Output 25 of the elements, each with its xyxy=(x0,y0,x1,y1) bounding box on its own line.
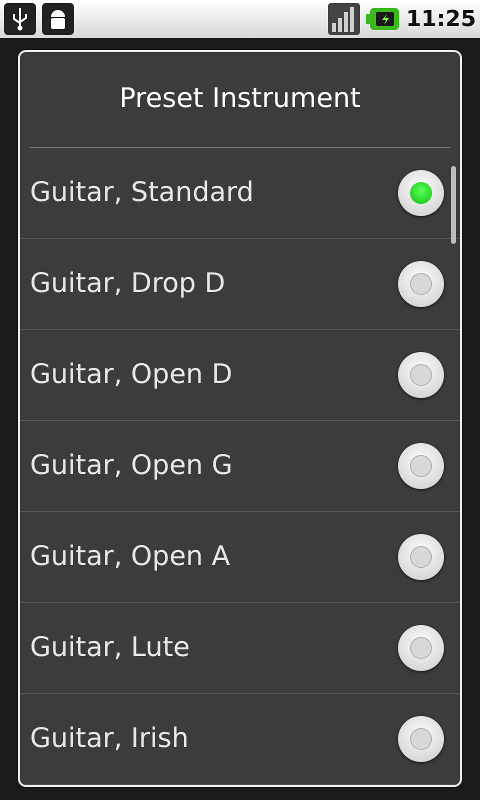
radio-button[interactable] xyxy=(398,170,444,216)
option-label: Guitar, Open D xyxy=(30,358,232,392)
radio-button[interactable] xyxy=(398,261,444,307)
option-label: Guitar, Open G xyxy=(30,448,233,483)
option-row[interactable]: Guitar, Drop D xyxy=(20,239,460,330)
dialog-title: Preset Instrument xyxy=(119,82,361,116)
option-label: Guitar, Standard xyxy=(30,176,254,210)
option-label: Guitar, Lute xyxy=(30,630,190,665)
option-row[interactable]: Guitar, Open D xyxy=(20,330,460,421)
option-row[interactable]: Guitar, Lute xyxy=(20,603,460,694)
radio-button[interactable] xyxy=(398,534,444,580)
battery-icon xyxy=(366,7,400,31)
radio-button[interactable] xyxy=(398,443,444,489)
signal-icon xyxy=(328,3,360,35)
option-label: Guitar, Open A xyxy=(30,540,230,574)
option-row[interactable]: Guitar, Open A xyxy=(20,512,460,603)
option-row[interactable]: Guitar, Irish xyxy=(20,694,460,785)
option-label: Guitar, Drop D xyxy=(30,266,226,301)
radio-button[interactable] xyxy=(398,716,444,762)
radio-button[interactable] xyxy=(398,352,444,398)
radio-button[interactable] xyxy=(398,625,444,671)
option-label: Guitar, Irish xyxy=(30,722,189,756)
usb-icon xyxy=(4,3,36,35)
clock-time: 11:25 xyxy=(406,6,476,34)
option-row[interactable]: Guitar, Open G xyxy=(20,421,460,512)
